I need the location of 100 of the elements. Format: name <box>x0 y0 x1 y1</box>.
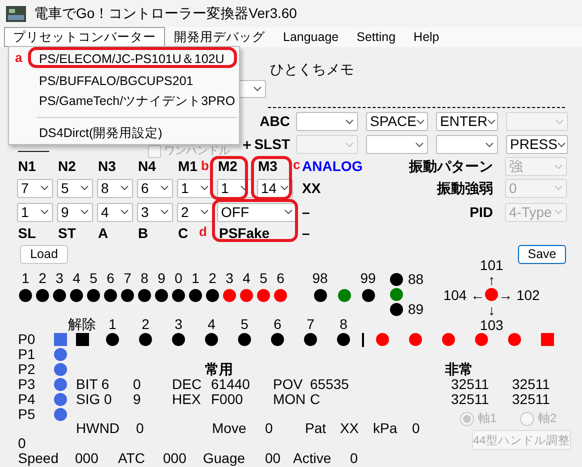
column-footer: A <box>98 226 108 240</box>
annotation-label: a <box>15 50 22 65</box>
menu-item[interactable]: DS4Dirct(開発用設定) <box>31 123 239 144</box>
dropdown[interactable]: PRESS <box>506 135 568 154</box>
status-text: Move <box>212 421 246 436</box>
status-text: 32511 <box>512 377 550 392</box>
indicator-label: 2 <box>208 270 216 286</box>
chevron-icon <box>485 142 494 148</box>
status-text: 0 <box>133 377 141 392</box>
status-text: Guage <box>203 451 246 466</box>
dropdown[interactable] <box>296 112 358 131</box>
status-text: Active <box>293 451 332 466</box>
status-text: Speed <box>18 451 58 466</box>
indicator-label: 1 <box>22 270 30 286</box>
port-label: P4 <box>18 392 36 407</box>
column-footer: SL <box>18 226 36 240</box>
status-text: kPa <box>373 421 398 436</box>
status-text: HEX <box>172 392 201 407</box>
menu-item[interactable]: プリセットコンバーター <box>4 27 165 47</box>
status-text: HWND <box>76 421 120 436</box>
chevron-icon <box>40 209 49 215</box>
menu-item[interactable]: PS/BUFFALO/BGCUPS201 <box>31 70 239 91</box>
status-text: 32511 <box>451 392 489 407</box>
chevron-icon <box>240 185 249 191</box>
chevron-icon <box>200 185 209 191</box>
column-header: M2 <box>218 159 238 174</box>
dropdown[interactable]: 2 <box>177 202 213 222</box>
status-text: 65535 <box>310 377 349 392</box>
load-button[interactable]: Load <box>20 244 68 264</box>
dropdown[interactable]: 1 <box>177 178 213 198</box>
window-title: 電車でGo！コントローラー変換器Ver3.60 <box>34 4 297 22</box>
status-text: 000 <box>163 451 186 466</box>
port-label: P1 <box>18 347 36 362</box>
checkbox-label: ワンハンドル <box>164 144 230 159</box>
vibration-label: 振動パターン <box>409 159 493 174</box>
status-text: 32511 <box>512 392 550 407</box>
dropdown: 強 <box>505 157 567 176</box>
column-header: M3 <box>258 159 278 174</box>
dropdown[interactable]: 14 <box>257 178 293 198</box>
status-text: 0 <box>350 451 358 466</box>
dropdown[interactable] <box>436 135 498 154</box>
notch-label: 5 <box>240 316 248 332</box>
column-header: N3 <box>98 159 116 174</box>
port-label: P5 <box>18 407 36 422</box>
arrow-glyph: ↓ <box>488 302 496 318</box>
indicator-label: 1 <box>192 270 200 286</box>
dropdown[interactable]: 3 <box>137 202 173 222</box>
chevron-icon <box>280 185 289 191</box>
save-button[interactable]: Save <box>518 244 566 264</box>
menu-item[interactable]: PS/ELECOM/JC-PS101U＆102U <box>31 49 239 70</box>
indicator-label: 99 <box>360 270 376 286</box>
status-text: 0 <box>18 436 26 451</box>
menu-item[interactable]: Help <box>404 27 448 47</box>
dropdown[interactable]: 9 <box>57 202 93 222</box>
chevron-icon <box>284 209 293 215</box>
section-label: 常用 <box>205 362 233 377</box>
status-text: 0 <box>265 421 273 436</box>
dropdown[interactable]: 5 <box>57 178 93 198</box>
dropdown[interactable]: OFF <box>217 202 297 222</box>
status-text: 61440 <box>211 377 250 392</box>
analog-label: ANALOG <box>302 159 363 174</box>
menu-item[interactable]: Setting <box>348 27 405 47</box>
status-text: F000 <box>211 392 243 407</box>
key-row-label: ABC <box>260 114 290 129</box>
dropdown[interactable] <box>366 135 428 154</box>
chevron-icon <box>80 185 89 191</box>
dropdown[interactable]: SPACE <box>366 112 428 131</box>
status-text: BIT 6 <box>76 377 110 392</box>
analog-value: XX <box>302 180 321 196</box>
app-icon <box>6 6 26 22</box>
status-text: ATC <box>118 451 145 466</box>
section-label: 非常 <box>445 362 473 377</box>
dropdown[interactable]: 7 <box>17 178 53 198</box>
chevron-icon <box>557 142 566 148</box>
chevron-icon <box>120 185 129 191</box>
chevron-icon <box>40 185 49 191</box>
dropdown[interactable]: 4 <box>97 202 133 222</box>
menu-item[interactable]: 開発用デバッグ <box>165 27 274 47</box>
status-text: C <box>310 392 320 407</box>
menu-item[interactable]: PS/GameTech/ツナイデント3PRO <box>31 91 239 112</box>
key-row-label: ＋SLST <box>240 137 290 152</box>
dropdown: 4-Type <box>505 202 567 222</box>
dropdown[interactable]: 8 <box>97 178 133 198</box>
status-text: 32511 <box>451 377 489 392</box>
indicator-label: 4 <box>72 270 80 286</box>
annotation-label: b <box>201 158 209 173</box>
indicator-label: 0 <box>174 270 182 286</box>
port-label: P3 <box>18 377 36 392</box>
indicator-label: 7 <box>124 270 132 286</box>
chevron-icon <box>555 118 564 124</box>
column-footer: ST <box>58 226 76 240</box>
dropdown[interactable]: 6 <box>137 178 173 198</box>
indicator-label: 6 <box>106 270 114 286</box>
status-text: 000 <box>75 451 98 466</box>
notch-label: 2 <box>142 316 150 332</box>
chevron-icon <box>120 209 129 215</box>
dropdown[interactable]: 1 <box>17 202 53 222</box>
dropdown[interactable]: ENTER <box>436 112 498 131</box>
chevron-icon <box>160 209 169 215</box>
menu-item[interactable]: Language <box>274 27 348 47</box>
